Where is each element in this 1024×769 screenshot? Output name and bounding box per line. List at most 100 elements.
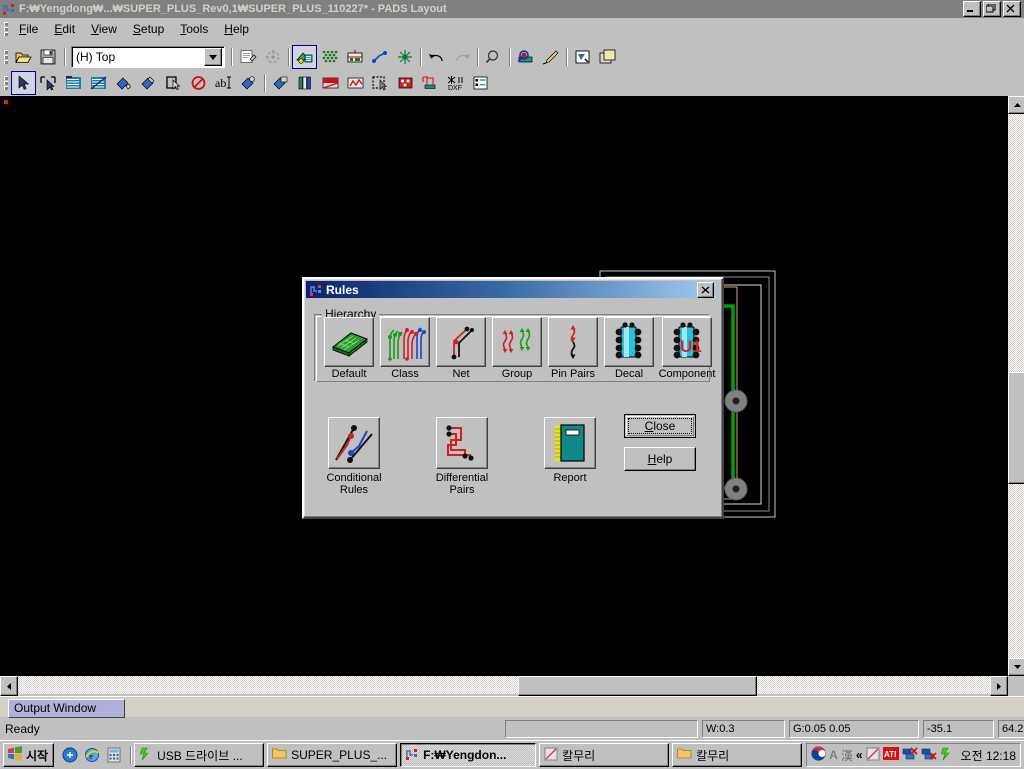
output-window-tab[interactable]: Output Window [8,699,125,718]
zoom-area-icon[interactable] [513,45,538,69]
task-kalmuri-folder[interactable]: 칼무리 [672,743,803,767]
toolbar-grip-1[interactable] [2,49,9,65]
scroll-up-button[interactable] [1008,96,1024,114]
default-board-icon[interactable] [324,317,374,367]
class-nets-icon[interactable] [380,317,430,367]
select-trace-icon[interactable] [86,71,111,95]
redraw-icon[interactable] [538,45,563,69]
conditional-rules-icon[interactable] [328,417,380,469]
hierarchy-item-net[interactable]: Net [434,317,488,380]
pin-pairs-icon[interactable] [548,317,598,367]
horizontal-scroll-thumb[interactable] [518,676,757,696]
select-part-icon[interactable] [268,71,293,95]
usb-safely-remove-icon[interactable] [940,747,954,764]
select-net-icon[interactable] [61,71,86,95]
internet-explorer-icon[interactable]: e [82,745,102,765]
menu-item-view[interactable]: View [83,20,125,38]
scroll-right-button[interactable] [990,676,1008,696]
list-icon[interactable] [468,71,493,95]
select-copper-icon[interactable] [136,71,161,95]
library-icon[interactable] [293,71,318,95]
hierarchy-item-component[interactable]: U1 Component [658,317,716,380]
open-file-icon[interactable] [11,45,36,69]
show-desktop-icon[interactable] [60,745,80,765]
board-outline-icon[interactable] [342,45,367,69]
pour-manager-icon[interactable] [292,45,317,69]
select-nothing-icon[interactable] [186,71,211,95]
select-shape-icon[interactable] [161,71,186,95]
task-pads-layout[interactable]: F:₩Yengdon... [400,743,537,767]
report-icon[interactable] [544,417,596,469]
calculator-icon[interactable] [104,745,124,765]
vertical-scrollbar[interactable] [1008,96,1024,676]
menu-item-setup[interactable]: Setup [125,20,172,38]
restore-icon[interactable] [983,1,1001,17]
close-button[interactable]: Close [624,414,696,438]
menu-grip[interactable] [2,21,9,37]
copper-pour-icon[interactable] [343,71,368,95]
hierarchy-item-class[interactable]: Class [378,317,432,380]
menu-item-tools[interactable]: Tools [172,20,216,38]
korean-flag-icon[interactable] [811,746,826,764]
ime-alpha-icon[interactable]: A [829,748,838,762]
reload-icon[interactable] [260,45,285,69]
ati-tray-icon[interactable]: ATI [882,747,899,763]
decal-icon[interactable] [604,317,654,367]
select-pour-icon[interactable] [111,71,136,95]
select-arrow-icon[interactable] [11,71,36,95]
cascade-window-icon[interactable] [595,45,620,69]
dimension-icon[interactable] [418,71,443,95]
differential-pairs-button[interactable]: Differential Pairs [434,417,490,496]
help-button[interactable]: Help [624,447,696,471]
report-button[interactable]: Report [542,417,598,496]
menu-item-help[interactable]: Help [216,20,257,38]
design-rules-icon[interactable] [235,45,260,69]
layer-combo[interactable]: (H) Top [71,46,225,68]
menu-item-file[interactable]: File [11,20,46,38]
task-super-plus-folder[interactable]: SUPER_PLUS_... [267,743,398,767]
hierarchy-item-decal[interactable]: Decal [602,317,656,380]
ime-hanja-icon[interactable]: 漢 [841,747,853,764]
conditional-rules-button[interactable]: Conditional Rules [326,417,382,496]
flip-side-icon[interactable] [318,71,343,95]
save-file-icon[interactable] [36,45,61,69]
redo-icon[interactable] [449,45,474,69]
vertical-scroll-thumb[interactable] [1008,372,1024,484]
kalmuri-tray-icon[interactable] [866,747,880,764]
minimize-icon[interactable] [963,1,981,17]
horizontal-scrollbar[interactable] [0,676,1008,696]
toolbar-grip-2[interactable] [2,75,9,91]
hierarchy-item-group[interactable]: Group [490,317,544,380]
scroll-left-button[interactable] [0,676,18,696]
select-text-icon[interactable]: ab [211,71,236,95]
component-icon[interactable]: U1 [662,317,712,367]
taskbar-clock[interactable]: 오전 12:18 [961,747,1016,764]
undo-icon[interactable] [424,45,449,69]
drc-icon[interactable] [393,71,418,95]
query-icon[interactable] [570,45,595,69]
network-disconnected-2-icon[interactable] [921,747,937,764]
network-disconnected-icon[interactable] [902,746,918,764]
task-kalmuri[interactable]: 칼무리 [539,743,670,767]
split-plane-icon[interactable] [392,45,417,69]
hierarchy-item-default[interactable]: Default [322,317,376,380]
close-icon[interactable] [1003,1,1021,17]
start-button[interactable]: 시작 [3,743,55,767]
route-icon[interactable] [367,45,392,69]
flood-icon[interactable] [317,45,342,69]
dxf-icon[interactable]: DXF [443,71,468,95]
differential-pairs-icon[interactable] [436,417,488,469]
task-usb-drive[interactable]: USB 드라이브 ... [134,743,265,767]
close-icon[interactable] [697,281,714,298]
chevron-down-icon[interactable] [204,48,222,66]
hierarchy-item-pin-pairs[interactable]: Pin Pairs [546,317,600,380]
select-anything-icon[interactable] [36,71,61,95]
group-nets-icon[interactable] [492,317,542,367]
net-trace-icon[interactable] [436,317,486,367]
drag-icon[interactable] [368,71,393,95]
scroll-down-button[interactable] [1008,658,1024,676]
dialog-titlebar[interactable]: Rules [306,281,716,298]
zoom-icon[interactable] [481,45,506,69]
menu-item-edit[interactable]: Edit [46,20,83,38]
select-pin-icon[interactable] [236,71,261,95]
